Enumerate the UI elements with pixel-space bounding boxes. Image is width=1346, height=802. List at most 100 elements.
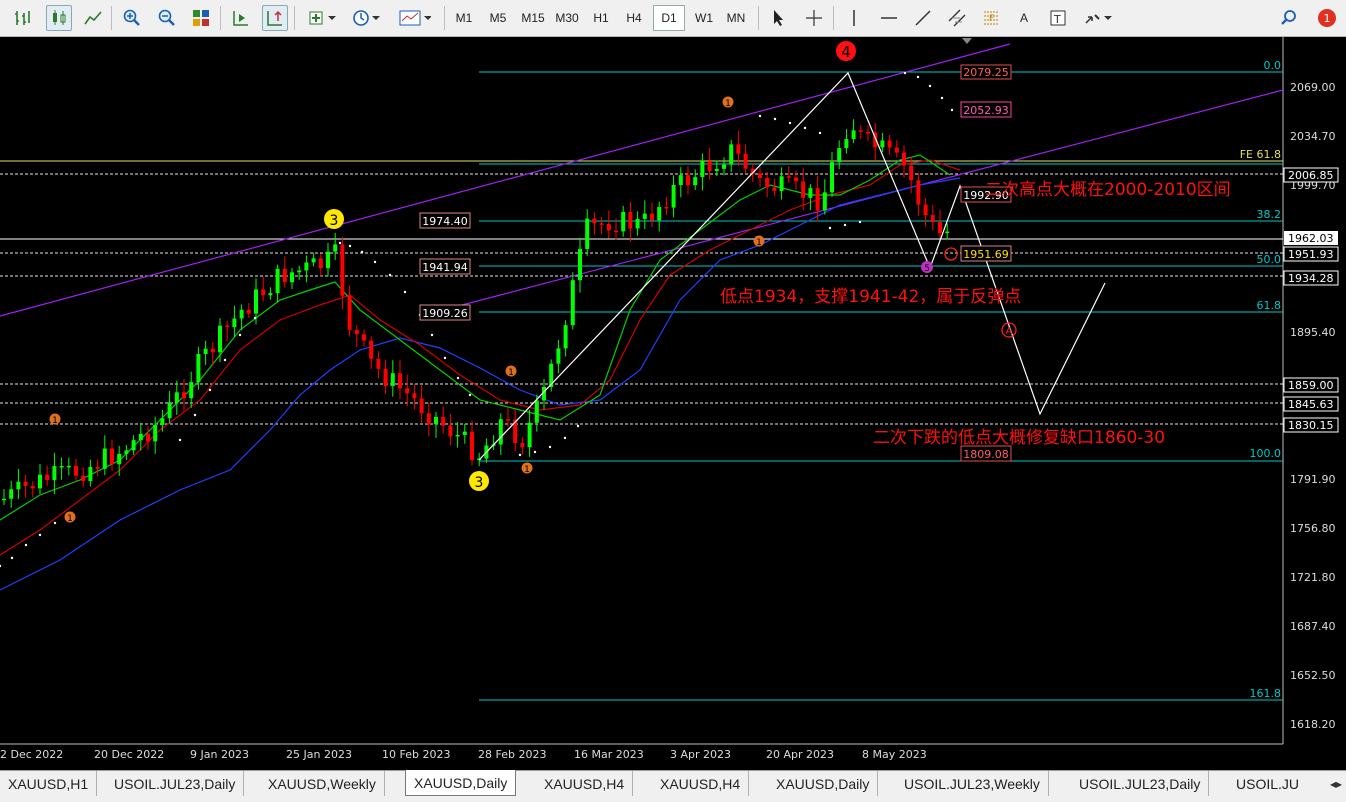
text-label-icon[interactable]: T: [1045, 5, 1071, 31]
wave-3b-label: 3: [475, 475, 484, 491]
svg-text:1845.63: 1845.63: [1288, 398, 1334, 411]
tab-scroll-arrows[interactable]: ◂▸: [1326, 774, 1346, 794]
svg-text:T: T: [1053, 13, 1061, 26]
svg-text:1859.00: 1859.00: [1288, 379, 1334, 392]
annotation-low-support: 低点1934，支撑1941-42，属于反弹点: [720, 287, 1021, 307]
svg-text:2034.70: 2034.70: [1290, 130, 1336, 143]
svg-text:2079.25: 2079.25: [963, 66, 1009, 79]
svg-text:9 Jan 2023: 9 Jan 2023: [190, 748, 249, 761]
vertical-line-icon[interactable]: [841, 5, 867, 31]
chart-shift-icon[interactable]: [262, 5, 288, 31]
auto-scroll-icon[interactable]: [228, 5, 254, 31]
svg-text:1951.93: 1951.93: [1288, 248, 1334, 261]
svg-text:1618.20: 1618.20: [1290, 718, 1336, 731]
svg-text:8 May 2023: 8 May 2023: [862, 748, 927, 761]
svg-text:1: 1: [524, 465, 530, 475]
notification-badge[interactable]: 1: [1314, 5, 1340, 31]
tab-usoil-weekly[interactable]: USOIL.JUL23,Weekly: [896, 771, 1049, 796]
tab-usoil-truncated[interactable]: USOIL.JU: [1228, 771, 1307, 796]
tab-xauusd-daily-active[interactable]: XAUUSD,Daily: [405, 770, 517, 796]
line-chart-icon[interactable]: [80, 5, 106, 31]
svg-text:FE 61.8: FE 61.8: [1240, 148, 1281, 161]
svg-text:2006.85: 2006.85: [1288, 169, 1334, 182]
svg-text:1951.69: 1951.69: [963, 248, 1009, 261]
timeframe-m15[interactable]: M15: [517, 5, 549, 31]
indicators-icon[interactable]: [304, 5, 340, 31]
svg-text:1687.40: 1687.40: [1290, 620, 1336, 633]
svg-text:1934.28: 1934.28: [1288, 272, 1334, 285]
wave-4-label: 4: [841, 43, 851, 61]
svg-text:1652.50: 1652.50: [1290, 669, 1336, 682]
svg-text:50.0: 50.0: [1257, 253, 1282, 266]
tab-xauusd-h1[interactable]: XAUUSD,H1: [0, 771, 98, 796]
fibonacci-icon[interactable]: F: [978, 5, 1004, 31]
svg-text:1809.08: 1809.08: [963, 448, 1009, 461]
svg-text:2069.00: 2069.00: [1290, 81, 1336, 94]
toolbar: M1 M5 M15 M30 H1 H4 D1 W1 MN F A T 1: [0, 0, 1346, 37]
svg-text:2052.93: 2052.93: [963, 104, 1009, 117]
svg-text:25 Jan 2023: 25 Jan 2023: [286, 748, 352, 761]
timeframe-d1[interactable]: D1: [653, 5, 685, 31]
tab-usoil-daily-2[interactable]: USOIL.JUL23,Daily: [1071, 771, 1210, 796]
svg-text:100.0: 100.0: [1250, 447, 1282, 460]
cursor-icon[interactable]: [766, 5, 792, 31]
timeframe-m5[interactable]: M5: [482, 5, 514, 31]
svg-text:1: 1: [52, 416, 58, 426]
periods-clock-icon[interactable]: [348, 5, 384, 31]
timeframe-m1[interactable]: M1: [448, 5, 480, 31]
price-chart[interactable]: 1974.40 1941.94 1909.26 2079.25 2052.93 …: [0, 37, 1346, 770]
horizontal-line-icon[interactable]: [876, 5, 902, 31]
svg-text:16 Mar 2023: 16 Mar 2023: [574, 748, 644, 761]
svg-text:61.8: 61.8: [1257, 299, 1282, 312]
equidistant-channel-icon[interactable]: [944, 5, 970, 31]
zoom-out-icon[interactable]: [154, 5, 180, 31]
svg-text:1: 1: [508, 368, 514, 378]
svg-text:1: 1: [756, 238, 762, 248]
tab-usoil-daily[interactable]: USOIL.JUL23,Daily: [106, 771, 245, 796]
text-tool-icon[interactable]: A: [1011, 5, 1037, 31]
wave-3a-label: 3: [330, 213, 339, 229]
tab-xauusd-weekly[interactable]: XAUUSD,Weekly: [260, 771, 385, 796]
level-1974: 1974.40: [422, 215, 468, 228]
chart-tabs: XAUUSD,H1 USOIL.JUL23,Daily XAUUSD,Weekl…: [0, 770, 1346, 802]
tab-xauusd-h4[interactable]: XAUUSD,H4: [536, 771, 634, 796]
tile-windows-icon[interactable]: [188, 5, 214, 31]
timeframe-h1[interactable]: H1: [585, 5, 617, 31]
svg-text:1895.40: 1895.40: [1290, 326, 1336, 339]
svg-text:1: 1: [67, 514, 73, 524]
svg-text:161.8: 161.8: [1250, 687, 1282, 700]
svg-text:20 Dec 2022: 20 Dec 2022: [94, 748, 164, 761]
svg-text:1791.90: 1791.90: [1290, 473, 1336, 486]
timeframe-w1[interactable]: W1: [688, 5, 720, 31]
svg-text:1721.80: 1721.80: [1290, 571, 1336, 584]
svg-text:2 Dec 2022: 2 Dec 2022: [0, 748, 63, 761]
level-1941: 1941.94: [422, 261, 468, 274]
svg-text:F: F: [989, 14, 994, 24]
timeframe-mn[interactable]: MN: [720, 5, 752, 31]
bar-chart-icon[interactable]: [10, 5, 36, 31]
zoom-in-icon[interactable]: [119, 5, 145, 31]
svg-text:0.0: 0.0: [1264, 59, 1282, 72]
tab-xauusd-daily-2[interactable]: XAUUSD,Daily: [768, 771, 879, 796]
tab-xauusd-h4-2[interactable]: XAUUSD,H4: [652, 771, 750, 796]
timeframe-m30[interactable]: M30: [551, 5, 583, 31]
search-icon[interactable]: [1276, 5, 1302, 31]
annotation-second-high: 二次高点大概在2000-2010区间: [985, 180, 1231, 200]
svg-text:38.2: 38.2: [1257, 208, 1282, 221]
svg-text:1962.03: 1962.03: [1288, 232, 1334, 245]
svg-text:20 Apr 2023: 20 Apr 2023: [766, 748, 834, 761]
timeframe-h4[interactable]: H4: [618, 5, 650, 31]
svg-text:A: A: [1006, 326, 1013, 337]
candlestick-icon[interactable]: [46, 5, 72, 31]
annotation-second-decline: 二次下跌的低点大概修复缺口1860-30: [873, 428, 1165, 448]
svg-text:1756.80: 1756.80: [1290, 522, 1336, 535]
crosshair-icon[interactable]: [801, 5, 827, 31]
level-1909: 1909.26: [422, 307, 468, 320]
arrows-icon[interactable]: [1080, 5, 1116, 31]
svg-text:5: 5: [924, 264, 930, 274]
svg-text:10 Feb 2023: 10 Feb 2023: [382, 748, 450, 761]
svg-text:28 Feb 2023: 28 Feb 2023: [478, 748, 546, 761]
templates-icon[interactable]: [395, 5, 435, 31]
trendline-icon[interactable]: [910, 5, 936, 31]
svg-text:3 Apr 2023: 3 Apr 2023: [670, 748, 731, 761]
